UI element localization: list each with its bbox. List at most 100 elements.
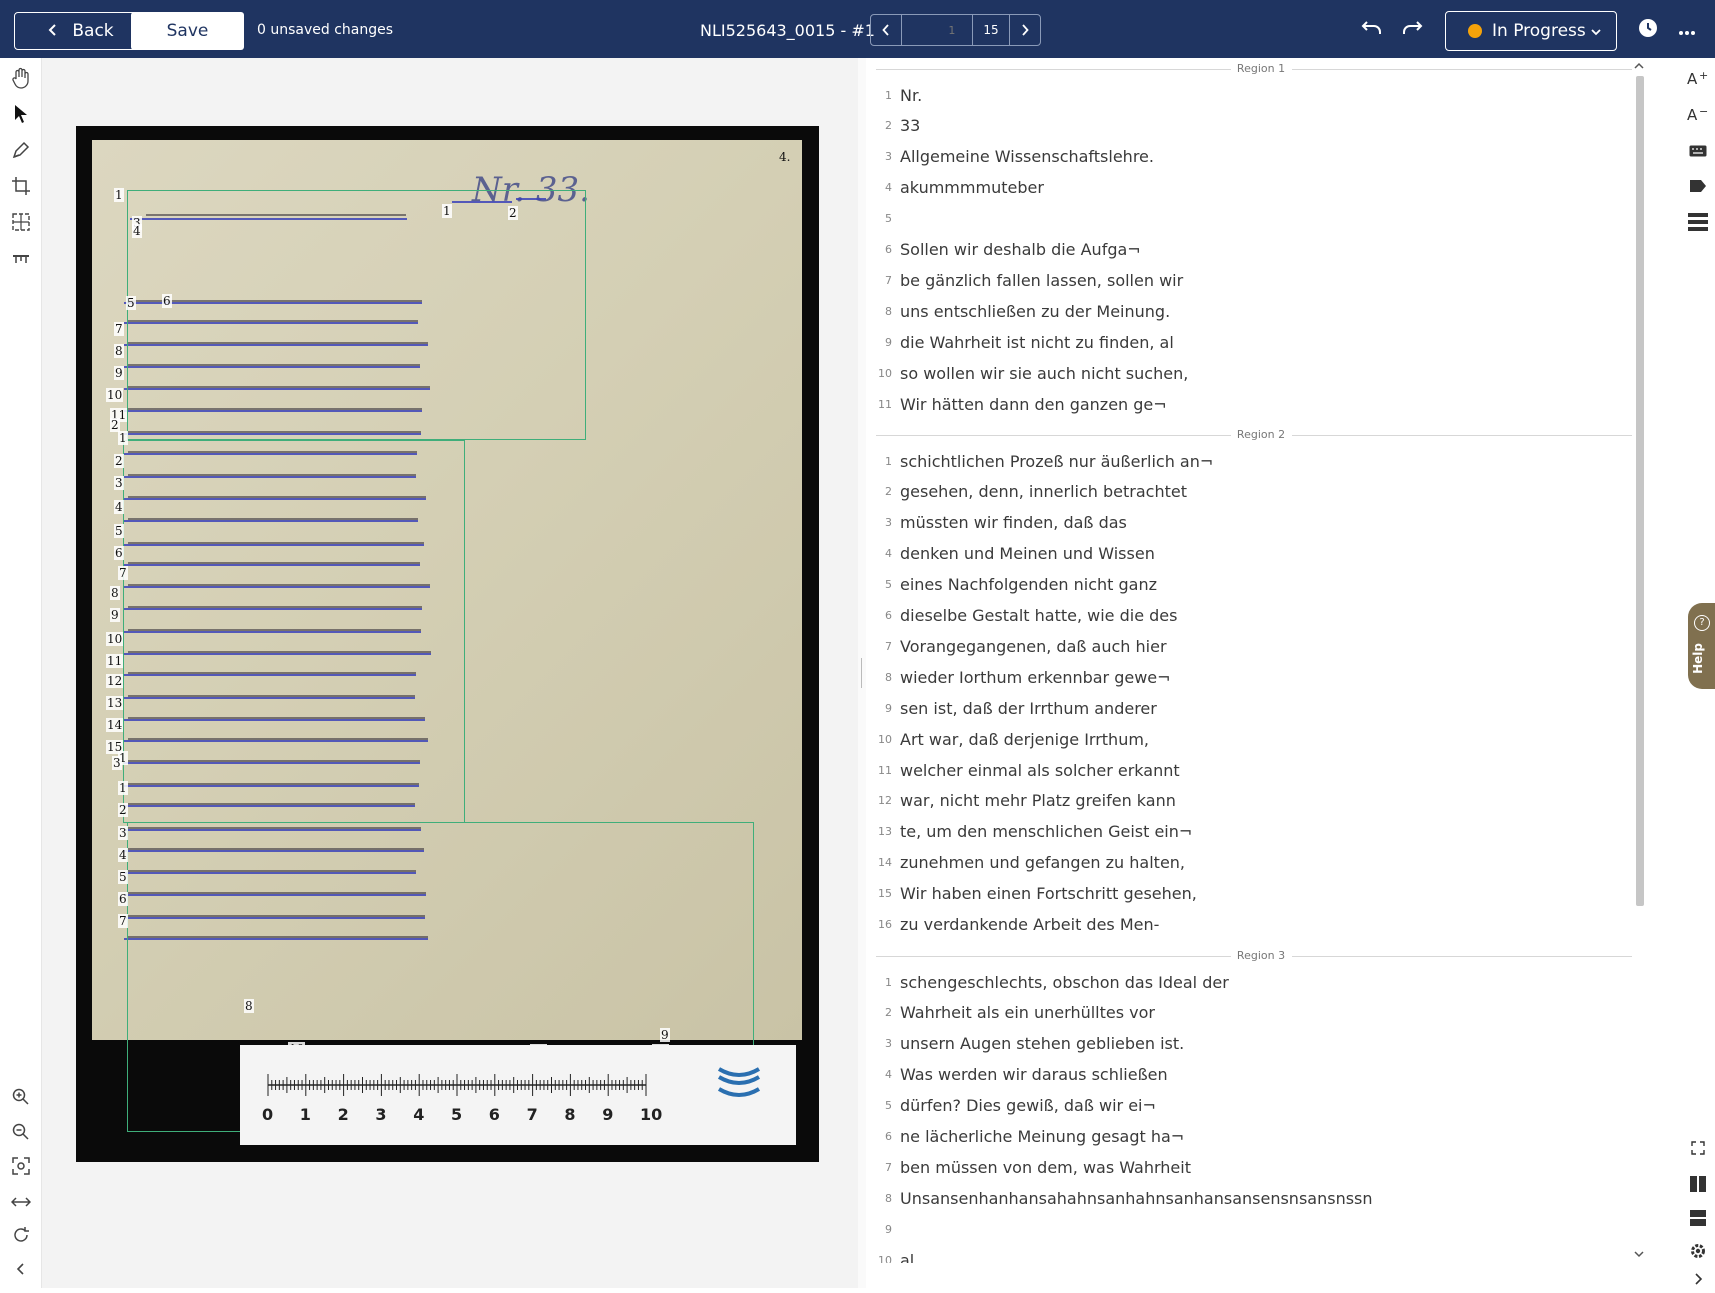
back-button[interactable]: Back [14, 12, 148, 50]
image-line-label[interactable]: 2 [114, 454, 124, 468]
line-text[interactable]: Vorangegangenen, daß auch hier [900, 637, 1167, 656]
transcription-line[interactable]: 7 be gänzlich fallen lassen, sollen wir [876, 269, 1183, 291]
rotate-button[interactable] [9, 1225, 33, 1249]
transcription-line[interactable]: 1 schengeschlechts, obschon das Ideal der [876, 971, 1229, 993]
image-line-label[interactable]: 1 [114, 188, 124, 202]
transcription-line[interactable]: 2 33 [876, 115, 920, 137]
transcription-line[interactable]: 9 die Wahrheit ist nicht zu finden, al [876, 331, 1174, 353]
font-decrease-button[interactable]: A − [1685, 104, 1711, 128]
image-line-label[interactable]: 5 [114, 524, 124, 538]
image-line-label[interactable]: 10 [106, 632, 124, 646]
undo-button[interactable] [1358, 16, 1386, 44]
transcription-line[interactable]: 4 Was werden wir daraus schließen [876, 1064, 1168, 1086]
image-line-label[interactable]: 8 [110, 586, 120, 600]
image-line-label[interactable]: 6 [114, 546, 124, 560]
redo-button[interactable] [1398, 16, 1426, 44]
line-text[interactable]: be gänzlich fallen lassen, sollen wir [900, 271, 1183, 290]
transcription-line[interactable]: 1 Nr. [876, 84, 922, 106]
save-button[interactable]: Save [131, 12, 244, 50]
transcription-line[interactable]: 3 unsern Augen stehen geblieben ist. [876, 1033, 1184, 1055]
line-text[interactable]: Nr. [900, 86, 922, 105]
image-line-label[interactable]: 2 [118, 803, 128, 817]
image-line-label[interactable]: 3 [112, 756, 122, 770]
image-line-label[interactable]: 7 [118, 914, 128, 928]
transcription-line[interactable]: 16 zu verdankende Arbeit des Men- [876, 914, 1159, 936]
tags-button[interactable] [1685, 176, 1711, 200]
transcription-line[interactable]: 7 Vorangegangenen, daß auch hier [876, 635, 1167, 657]
line-text[interactable]: ben müssen von dem, was Wahrheit [900, 1158, 1191, 1177]
region-tool[interactable] [9, 176, 33, 200]
image-line-label[interactable]: 2 [508, 206, 518, 220]
transcription-line[interactable]: 8 Unsansenhanhansahahnsanhahnsanhansansen… [876, 1187, 1373, 1209]
line-text[interactable]: wieder Iorthum erkennbar gewe¬ [900, 668, 1171, 687]
line-text[interactable]: 33 [900, 116, 920, 135]
next-page-button[interactable] [1010, 15, 1040, 45]
line-text[interactable]: akummmmuteber [900, 178, 1044, 197]
line-text[interactable]: denken und Meinen und Wissen [900, 544, 1155, 563]
region-outline-2[interactable] [123, 440, 465, 823]
line-text[interactable]: uns entschließen zu der Meinung. [900, 302, 1170, 321]
scroll-down-icon[interactable] [1634, 1250, 1644, 1258]
line-text[interactable]: Sollen wir deshalb die Aufga¬ [900, 240, 1141, 259]
image-line-label[interactable]: 4 [114, 500, 124, 514]
image-line-label[interactable]: 1 [442, 204, 452, 218]
transcription-line[interactable]: 6 ne lächerliche Meinung gesagt ha¬ [876, 1126, 1184, 1148]
line-text[interactable]: schichtlichen Prozeß nur äußerlich an¬ [900, 452, 1213, 471]
status-dropdown[interactable]: In Progress [1445, 11, 1617, 51]
image-line-label[interactable]: 7 [114, 322, 124, 336]
transcription-line[interactable]: 10 al [876, 1249, 914, 1263]
line-text[interactable]: zu verdankende Arbeit des Men- [900, 915, 1159, 934]
image-line-label[interactable]: 8 [244, 999, 254, 1013]
column-layout-button[interactable] [1685, 1174, 1711, 1198]
line-text[interactable]: schengeschlechts, obschon das Ideal der [900, 973, 1229, 992]
select-tool[interactable] [9, 104, 33, 128]
image-line-label[interactable]: 9 [660, 1028, 670, 1042]
transcription-line[interactable]: 9 sen ist, daß der Irrthum anderer [876, 697, 1157, 719]
line-text[interactable]: müssten wir finden, daß das [900, 513, 1127, 532]
page-number-input[interactable] [901, 15, 974, 45]
image-line-label[interactable]: 12 [106, 674, 124, 688]
line-text[interactable]: Wir hätten dann den ganzen ge¬ [900, 395, 1167, 414]
image-line-label[interactable]: 2 [110, 418, 120, 432]
scrollbar-thumb[interactable] [1636, 76, 1644, 906]
image-line-label[interactable]: 6 [118, 892, 128, 906]
transcription-line[interactable]: 11 welcher einmal als solcher erkannt [876, 759, 1180, 781]
image-line-label[interactable]: 1 [118, 781, 128, 795]
line-text[interactable]: dieselbe Gestalt hatte, wie die des [900, 606, 1177, 625]
line-text[interactable]: die Wahrheit ist nicht zu finden, al [900, 333, 1174, 352]
zoom-in-button[interactable] [9, 1087, 33, 1111]
image-canvas[interactable]: 4. Nr. 33. 1 1 2 3 4 5 6 7 8 9 10 11 2 1 2 3 4 5 6 7 8 9 10 11 1… [42, 58, 858, 1288]
transcription-line[interactable]: 5 [876, 208, 900, 230]
panel-splitter[interactable] [858, 58, 866, 1288]
transcription-line[interactable]: 10 so wollen wir sie auch nicht suchen, [876, 362, 1188, 384]
image-line-label[interactable]: 8 [114, 344, 124, 358]
image-line-label[interactable]: 3 [118, 826, 128, 840]
transcription-line[interactable]: 4 denken und Meinen und Wissen [876, 543, 1155, 565]
transcription-line[interactable]: 9 [876, 1218, 900, 1240]
image-line-label[interactable]: 3 [114, 476, 124, 490]
history-button[interactable] [1634, 16, 1662, 44]
zoom-out-button[interactable] [9, 1122, 33, 1146]
transcription-line[interactable]: 13 te, um den menschlichen Geist ein¬ [876, 821, 1192, 843]
transcription-line[interactable]: 6 Sollen wir deshalb die Aufga¬ [876, 239, 1141, 261]
expand-right-button[interactable] [1685, 1269, 1711, 1293]
line-text[interactable]: gesehen, denn, innerlich betrachtet [900, 482, 1187, 501]
structure-button[interactable] [1685, 212, 1711, 236]
row-layout-button[interactable] [1685, 1208, 1711, 1232]
line-text[interactable]: Wahrheit als ein unerhülltes vor [900, 1003, 1155, 1022]
line-text[interactable]: unsern Augen stehen geblieben ist. [900, 1034, 1184, 1053]
line-text[interactable]: Allgemeine Wissenschaftslehre. [900, 147, 1154, 166]
line-text[interactable]: eines Nachfolgenden nicht ganz [900, 575, 1157, 594]
transcription-line[interactable]: 10 Art war, daß derjenige Irrthum, [876, 728, 1149, 750]
image-line-label[interactable]: 4 [132, 224, 142, 238]
image-line-label[interactable]: 11 [106, 654, 124, 668]
transcription-line[interactable]: 1 schichtlichen Prozeß nur äußerlich an¬ [876, 450, 1213, 472]
line-text[interactable]: so wollen wir sie auch nicht suchen, [900, 364, 1188, 383]
image-line-label[interactable]: 6 [162, 294, 172, 308]
transcription-line[interactable]: 8 uns entschließen zu der Meinung. [876, 300, 1170, 322]
image-line-label[interactable]: 9 [114, 366, 124, 380]
image-line-label[interactable]: 5 [118, 870, 128, 884]
line-text[interactable]: al [900, 1251, 914, 1263]
transcription-line[interactable]: 2 gesehen, denn, innerlich betrachtet [876, 481, 1187, 503]
transcription-line[interactable]: 3 Allgemeine Wissenschaftslehre. [876, 146, 1154, 168]
